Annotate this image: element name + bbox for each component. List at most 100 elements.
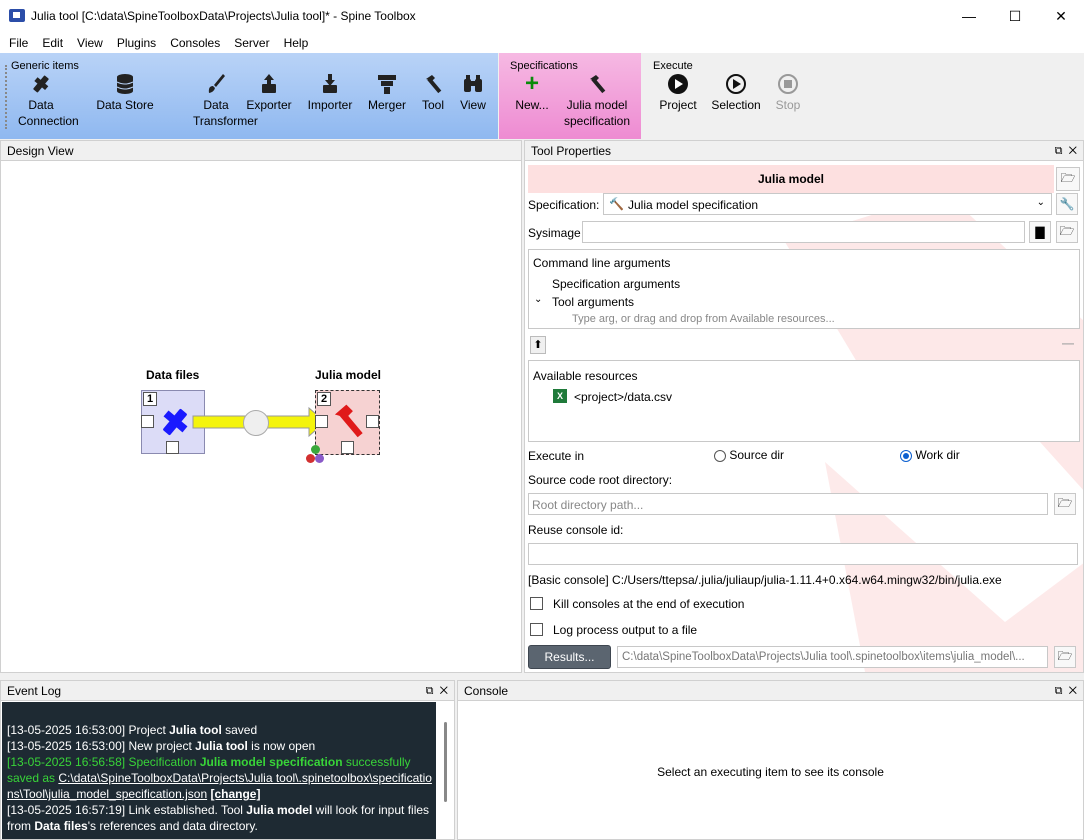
specifications-title: Specifications: [510, 60, 578, 72]
kill-consoles-checkbox[interactable]: [530, 597, 543, 610]
event-log-scrollbar[interactable]: [437, 702, 454, 839]
menu-server[interactable]: Server: [227, 34, 276, 52]
add-arg-button[interactable]: ⬆: [530, 336, 546, 354]
data-transformer-button[interactable]: Data Transformer: [193, 73, 258, 129]
bottom-connector[interactable]: [166, 441, 179, 454]
stop-button[interactable]: Stop: [770, 73, 806, 113]
export-icon: [258, 73, 280, 95]
toolbar-grip[interactable]: [5, 65, 8, 129]
execute-project-label: Project: [659, 98, 697, 112]
play-icon: [667, 73, 689, 95]
resource-item[interactable]: <project>/data.csv: [574, 390, 672, 404]
execute-in-label: Execute in: [528, 449, 585, 463]
source-root-input[interactable]: Root directory path...: [528, 493, 1048, 515]
specification-value: Julia model specification: [628, 198, 759, 212]
open-folder-button[interactable]: 🗁: [1056, 167, 1080, 191]
menu-consoles[interactable]: Consoles: [163, 34, 227, 52]
menu-bar: File Edit View Plugins Consoles Server H…: [0, 32, 1084, 53]
toolbar: Generic items Data Connection Data Store…: [0, 53, 1084, 139]
console-panel: Console ⧉ ✕ Select an executing item to …: [457, 680, 1084, 840]
source-root-folder-button[interactable]: 🗁: [1054, 493, 1076, 515]
edit-spec-button[interactable]: 🔧: [1056, 193, 1078, 215]
specification-label: Specification:: [528, 198, 600, 212]
chevron-down-icon: ⌄: [1036, 197, 1045, 208]
bottom-connector[interactable]: [341, 441, 354, 454]
generic-items-group: Generic items Data Connection Data Store…: [0, 53, 498, 139]
specifications-group: Specifications + New... Julia model spec…: [499, 53, 641, 139]
minimize-button[interactable]: —: [946, 0, 992, 32]
plus-icon: +: [524, 70, 539, 97]
input-connector[interactable]: [315, 415, 328, 428]
app-icon: [9, 9, 25, 22]
results-button[interactable]: Results...: [528, 645, 611, 669]
tool-properties-panel: Tool Properties ⧉ ✕ Julia model 🗁 Specif…: [524, 140, 1084, 673]
dock-float-close[interactable]: ⧉ ✕: [1055, 141, 1077, 161]
execute-selection-label: Selection: [711, 98, 761, 112]
spec-args-node[interactable]: Specification arguments: [552, 277, 680, 291]
julia-model-spec-button[interactable]: Julia model specification: [559, 73, 635, 129]
dock-float-close[interactable]: ⧉ ✕: [1055, 681, 1077, 701]
julia-model-item[interactable]: 2: [315, 390, 380, 455]
specification-select[interactable]: 🔨 Julia model specification ⌄: [603, 193, 1052, 215]
hammer-icon: [422, 73, 444, 95]
item-number: 1: [143, 392, 157, 406]
menu-edit[interactable]: Edit: [35, 34, 70, 52]
menu-plugins[interactable]: Plugins: [110, 34, 163, 52]
sysimage-input[interactable]: [582, 221, 1025, 243]
results-folder-button[interactable]: 🗁: [1054, 646, 1076, 668]
event-log-title: Event Log ⧉ ✕: [1, 681, 454, 701]
menu-view[interactable]: View: [70, 34, 110, 52]
close-button[interactable]: ✕: [1038, 0, 1084, 32]
data-connection-button[interactable]: Data Connection: [18, 73, 79, 129]
import-icon: [319, 73, 341, 95]
hammer-icon: [586, 73, 608, 95]
scrollbar-thumb[interactable]: [444, 722, 447, 802]
binoculars-icon: [462, 73, 484, 95]
generic-items-title: Generic items: [11, 60, 79, 72]
importer-label: Importer: [307, 98, 353, 112]
menu-help[interactable]: Help: [277, 34, 316, 52]
folder-open-icon: 🗁: [1059, 223, 1075, 238]
input-connector[interactable]: [141, 415, 154, 428]
dock-float-close[interactable]: ⧉ ✕: [426, 681, 448, 701]
log-output-checkbox[interactable]: [530, 623, 543, 636]
results-path-input[interactable]: C:\data\SpineToolboxData\Projects\Julia …: [617, 646, 1048, 668]
log-line: [13-05-2025 16:53:00] Project Julia tool…: [7, 723, 258, 737]
cmd-args-header: Command line arguments: [533, 256, 671, 270]
change-link[interactable]: [change]: [210, 787, 260, 801]
data-store-button[interactable]: Data Store: [95, 73, 155, 113]
maximize-button[interactable]: ☐: [992, 0, 1038, 32]
data-connection-icon: [30, 73, 52, 95]
merger-label: Merger: [367, 98, 406, 112]
reuse-console-input[interactable]: [528, 543, 1078, 565]
menu-file[interactable]: File: [2, 34, 35, 52]
link-filter-icon[interactable]: [243, 410, 269, 436]
output-connector[interactable]: [366, 415, 379, 428]
args-placeholder[interactable]: Type arg, or drag and drop from Availabl…: [572, 313, 835, 325]
minus-icon: —: [1062, 336, 1074, 350]
remove-arg-button[interactable]: —: [1058, 336, 1078, 354]
command-line-args-tree: Command line arguments Specification arg…: [528, 249, 1080, 329]
sysimage-file-button[interactable]: ▇: [1029, 221, 1051, 243]
merger-button[interactable]: Merger: [364, 73, 410, 113]
execute-selection-button[interactable]: Selection: [708, 73, 764, 113]
importer-button[interactable]: Importer: [304, 73, 356, 113]
sysimage-folder-button[interactable]: 🗁: [1056, 221, 1078, 243]
source-dir-radio[interactable]: Source dir: [714, 448, 784, 462]
work-dir-radio[interactable]: Work dir: [900, 448, 960, 462]
status-dot-purple: [315, 454, 324, 463]
chevron-down-icon[interactable]: ⌄: [534, 294, 542, 305]
tool-args-node[interactable]: Tool arguments: [552, 295, 634, 309]
exporter-button[interactable]: Exporter: [246, 73, 292, 113]
merge-icon: [376, 73, 398, 95]
excel-file-icon: X: [553, 389, 567, 403]
available-resources-tree: Available resources X <project>/data.csv: [528, 360, 1080, 442]
new-spec-button[interactable]: + New...: [512, 70, 552, 113]
play-outline-icon: [725, 73, 747, 95]
view-button[interactable]: View: [456, 73, 490, 113]
tool-properties-title: Tool Properties ⧉ ✕: [525, 141, 1083, 161]
execute-project-button[interactable]: Project: [654, 73, 702, 113]
reuse-console-label: Reuse console id:: [528, 523, 624, 537]
folder-open-icon: 🗁: [1057, 495, 1073, 510]
tool-button[interactable]: Tool: [418, 73, 448, 113]
